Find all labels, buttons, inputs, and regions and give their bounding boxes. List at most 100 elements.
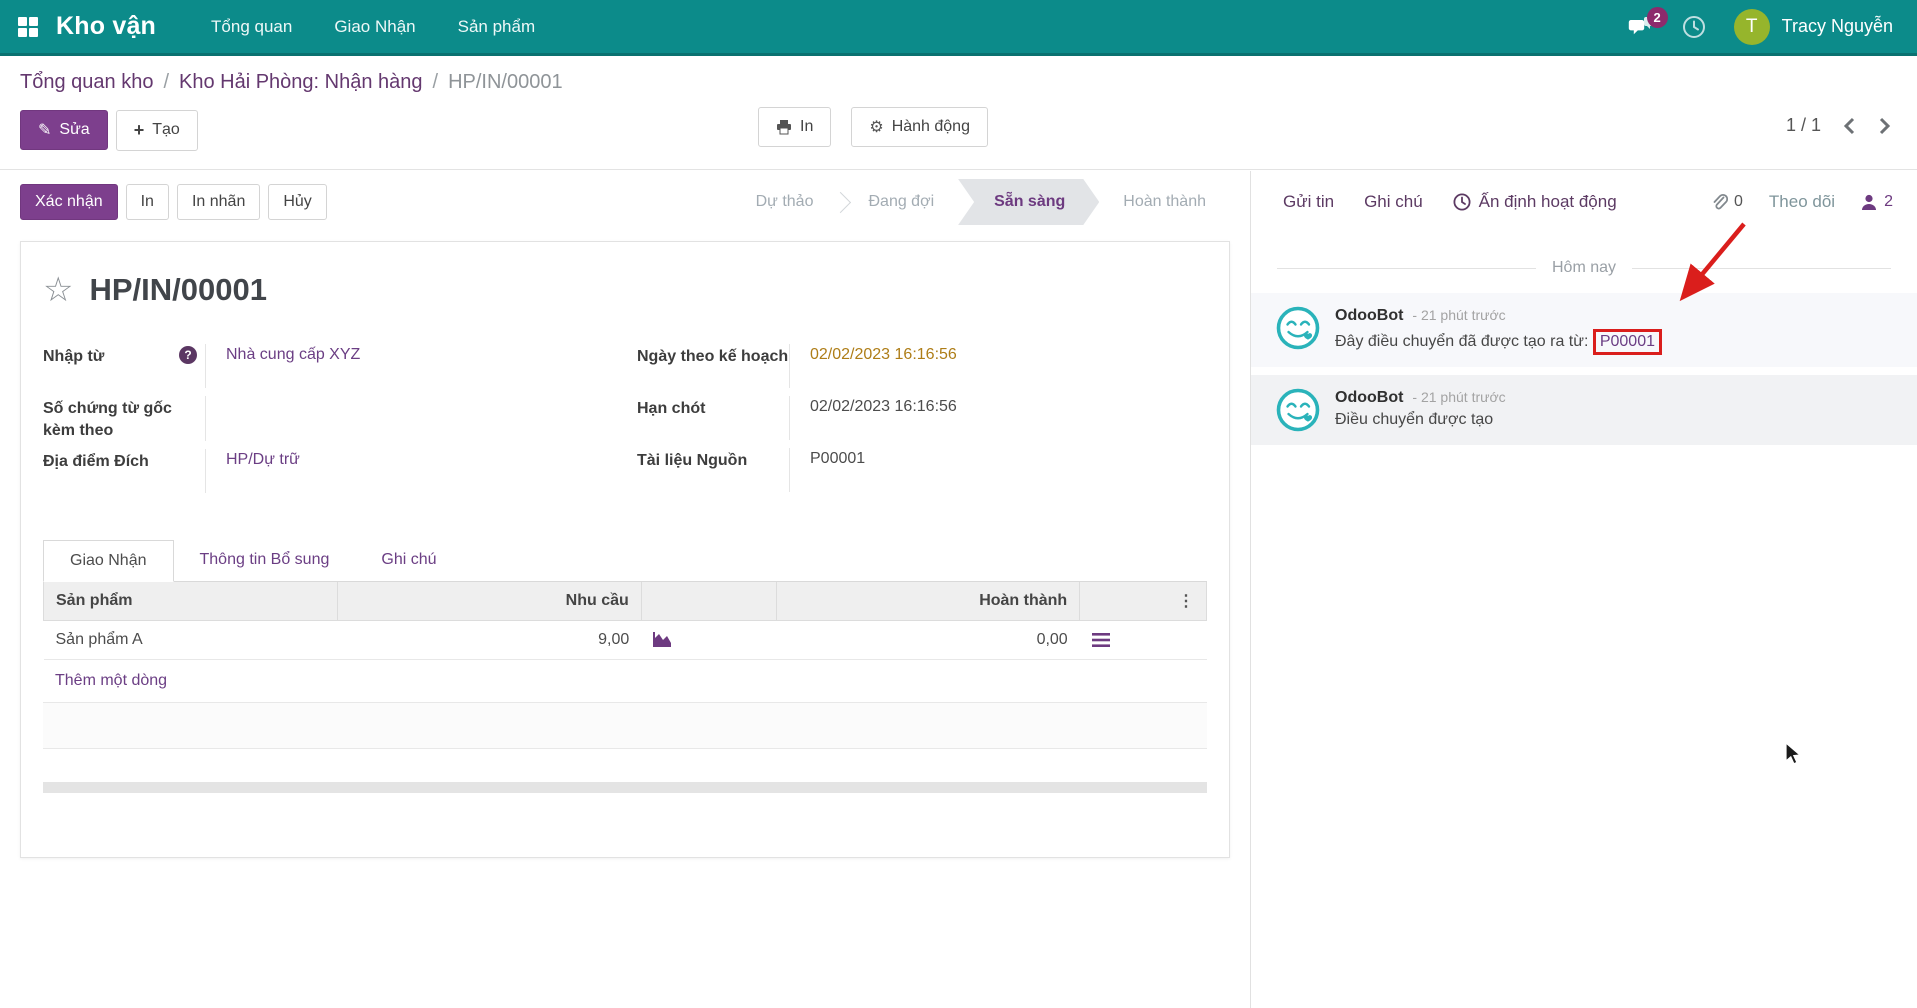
- add-line-link[interactable]: Thêm một dòng: [43, 660, 1207, 704]
- control-panel: Tổng quan kho / Kho Hải Phòng: Nhận hàng…: [0, 59, 1917, 170]
- paperclip-icon: [1713, 193, 1729, 209]
- activities-button[interactable]: [1682, 15, 1706, 39]
- deadline-value[interactable]: 02/02/2023 16:16:56: [789, 396, 1207, 440]
- follow-button[interactable]: Theo dõi: [1769, 192, 1835, 212]
- message-transfer-created[interactable]: OdooBot - 21 phút trước Điều chuyển được…: [1251, 375, 1917, 445]
- source-document-label: Tài liệu Nguồn: [637, 452, 748, 469]
- message-time: - 21 phút trước: [1412, 307, 1506, 323]
- breadcrumb-current: HP/IN/00001: [448, 71, 563, 93]
- help-icon[interactable]: ?: [179, 346, 197, 364]
- optional-columns-icon[interactable]: ⋮: [1178, 593, 1194, 610]
- plus-icon: +: [133, 119, 145, 140]
- dest-location-label: Địa điểm Đích: [43, 453, 149, 471]
- col-done[interactable]: Hoàn thành: [775, 582, 1081, 622]
- scheduled-date-label: Ngày theo kế hoạch: [637, 348, 789, 365]
- breadcrumb-separator: /: [432, 71, 439, 93]
- annotation-red-box: P00001: [1592, 329, 1662, 355]
- menu-item-products[interactable]: Sản phẩm: [437, 0, 557, 53]
- main-menu: Tổng quan Giao Nhận Sản phẩm: [190, 0, 556, 53]
- source-document-value[interactable]: P00001: [789, 448, 1207, 492]
- top-navbar: Kho vận Tổng quan Giao Nhận Sản phẩm 2 T…: [0, 0, 1917, 56]
- user-avatar: T: [1733, 8, 1770, 45]
- source-doc-value[interactable]: [205, 396, 615, 442]
- field-deadline: Hạn chót 02/02/2023 16:16:56: [637, 396, 1207, 440]
- message-author[interactable]: OdooBot: [1335, 307, 1403, 325]
- log-note-button[interactable]: Ghi chú: [1364, 192, 1423, 212]
- send-message-button[interactable]: Gửi tin: [1283, 192, 1334, 212]
- gear-icon: ⚙: [869, 119, 884, 136]
- message-text: Đây điều chuyển đã được tạo ra từ:: [1335, 333, 1593, 350]
- dest-location-link[interactable]: HP/Dự trữ: [226, 451, 300, 468]
- notebook-tabs: Giao Nhận Thông tin Bổ sung Ghi chú: [43, 539, 1207, 583]
- edit-button[interactable]: ✎ Sửa: [20, 110, 108, 150]
- create-label: Tạo: [152, 121, 180, 138]
- print-document-button[interactable]: In: [125, 184, 169, 220]
- odoobot-avatar: [1276, 388, 1320, 432]
- message-created-from[interactable]: OdooBot - 21 phút trước Đây điều chuyển …: [1251, 293, 1917, 367]
- user-menu[interactable]: T Tracy Nguyễn: [1733, 8, 1893, 45]
- form-pane: Xác nhận In In nhãn Hủy Dự thảo Đang đợi…: [0, 171, 1250, 1008]
- print-button[interactable]: In: [758, 107, 832, 147]
- col-product[interactable]: Sản phẩm: [42, 582, 339, 622]
- cell-product[interactable]: Sản phẩm A: [43, 620, 338, 661]
- stage-waiting[interactable]: Đang đợi: [844, 193, 958, 211]
- table-row[interactable]: Sản phẩm A 9,00 0,00: [43, 620, 1207, 661]
- menu-item-overview[interactable]: Tổng quan: [190, 0, 313, 53]
- pager-next-icon[interactable]: [1879, 117, 1891, 135]
- validate-button[interactable]: Xác nhận: [20, 184, 118, 220]
- stage-done[interactable]: Hoàn thành: [1099, 193, 1230, 211]
- date-divider: Hôm nay: [1277, 259, 1891, 277]
- cancel-button[interactable]: Hủy: [268, 184, 327, 220]
- breadcrumb: Tổng quan kho / Kho Hải Phòng: Nhận hàng…: [20, 71, 1897, 94]
- followers-button[interactable]: 2: [1861, 193, 1893, 211]
- partner-link[interactable]: Nhà cung cấp XYZ: [226, 346, 360, 363]
- message-text: Điều chuyển được tạo: [1335, 411, 1494, 428]
- horizontal-scrollbar[interactable]: [43, 782, 1207, 793]
- cell-demand[interactable]: 9,00: [337, 620, 642, 661]
- pager-previous-icon[interactable]: [1843, 117, 1855, 135]
- detailed-operations-icon[interactable]: [1091, 632, 1110, 648]
- forecast-chart-icon[interactable]: [653, 631, 672, 648]
- breadcrumb-separator: /: [163, 71, 169, 93]
- messages-button[interactable]: 2: [1628, 6, 1668, 38]
- field-scheduled-date: Ngày theo kế hoạch 02/02/2023 16:16:56: [637, 344, 1207, 388]
- col-forecast: [640, 582, 777, 622]
- print-labels-button[interactable]: In nhãn: [176, 184, 261, 220]
- message-time: - 21 phút trước: [1412, 389, 1506, 405]
- form-sheet: ☆ HP/IN/00001 Nhập từ ? Nhà cung cấp XYZ…: [20, 241, 1230, 858]
- empty-line[interactable]: [43, 703, 1207, 750]
- attachment-count: 0: [1734, 193, 1743, 210]
- app-brand[interactable]: Kho vận: [56, 12, 156, 41]
- field-source-document: Tài liệu Nguồn P00001: [637, 448, 1207, 492]
- breadcrumb-operation[interactable]: Kho Hải Phòng: Nhận hàng: [179, 71, 423, 94]
- scheduled-date-value[interactable]: 02/02/2023 16:16:56: [789, 344, 1207, 388]
- source-doc-label: Số chứng từ gốc kèm theo: [43, 400, 172, 439]
- tab-additional-info[interactable]: Thông tin Bổ sung: [174, 540, 356, 582]
- messages-badge: 2: [1646, 6, 1668, 28]
- breadcrumb-overview[interactable]: Tổng quan kho: [20, 71, 153, 94]
- create-button[interactable]: + Tạo: [115, 109, 198, 151]
- tab-operations[interactable]: Giao Nhận: [43, 540, 174, 583]
- tab-note[interactable]: Ghi chú: [355, 540, 462, 582]
- menu-item-transfers[interactable]: Giao Nhận: [313, 0, 436, 53]
- cell-done[interactable]: 0,00: [776, 620, 1080, 661]
- source-picking-link[interactable]: P00001: [1600, 333, 1655, 350]
- action-button[interactable]: ⚙ Hành động: [851, 107, 988, 147]
- col-demand[interactable]: Nhu cầu: [337, 582, 642, 622]
- favorite-star-icon[interactable]: ☆: [43, 273, 73, 307]
- pager: 1 / 1: [1786, 115, 1891, 136]
- odoobot-avatar: [1276, 306, 1320, 350]
- attachments-button[interactable]: 0: [1711, 193, 1743, 212]
- activity-clock-icon: [1453, 193, 1471, 211]
- operations-table: Sản phẩm Nhu cầu Hoàn thành ⋮ Sản phẩm A…: [42, 582, 1207, 661]
- follower-count: 2: [1884, 193, 1893, 210]
- user-name: Tracy Nguyễn: [1781, 16, 1893, 36]
- schedule-activity-button[interactable]: Ấn định hoạt động: [1453, 192, 1617, 212]
- follower-person-icon: [1862, 194, 1877, 210]
- stage-ready-active[interactable]: Sẵn sàng: [958, 179, 1099, 225]
- document-title: HP/IN/00001: [89, 272, 267, 307]
- field-source-document-attached: Số chứng từ gốc kèm theo: [43, 396, 615, 442]
- message-author[interactable]: OdooBot: [1335, 389, 1403, 407]
- apps-grid-icon[interactable]: [18, 16, 38, 37]
- stage-draft[interactable]: Dự thảo: [732, 193, 838, 211]
